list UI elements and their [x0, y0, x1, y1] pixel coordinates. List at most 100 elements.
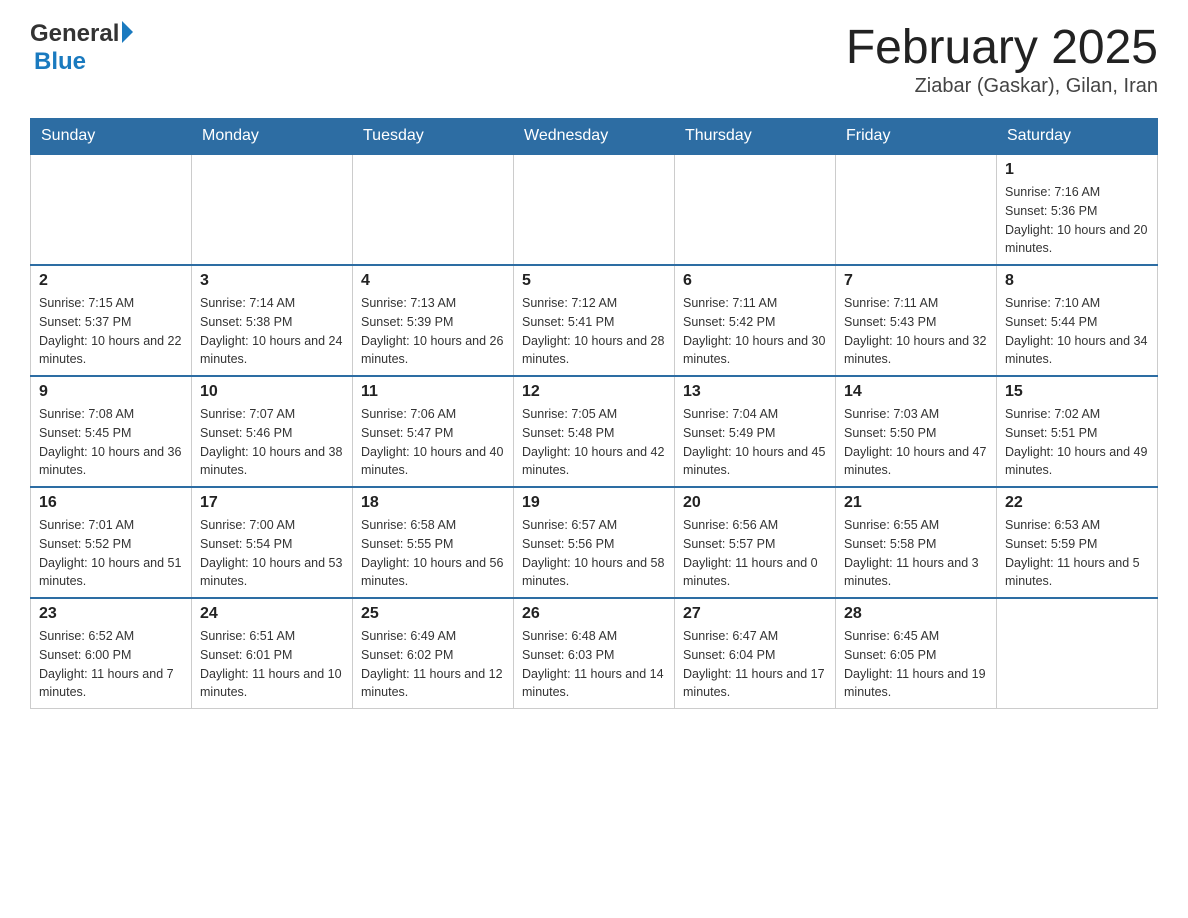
calendar-cell: 24 Sunrise: 6:51 AMSunset: 6:01 PMDayligh…: [192, 598, 353, 709]
logo: General Blue: [30, 20, 133, 76]
day-number: 14: [844, 383, 988, 401]
calendar-cell: 27 Sunrise: 6:47 AMSunset: 6:04 PMDayligh…: [675, 598, 836, 709]
calendar-header-sunday: Sunday: [31, 119, 192, 155]
calendar-week-row: 23 Sunrise: 6:52 AMSunset: 6:00 PMDayligh…: [31, 598, 1158, 709]
calendar-cell: 19 Sunrise: 6:57 AMSunset: 5:56 PMDayligh…: [514, 487, 675, 598]
calendar-cell: [514, 154, 675, 265]
calendar-cell: 8 Sunrise: 7:10 AMSunset: 5:44 PMDaylight…: [997, 265, 1158, 376]
day-number: 1: [1005, 161, 1149, 179]
day-number: 7: [844, 272, 988, 290]
day-info: Sunrise: 7:05 AMSunset: 5:48 PMDaylight:…: [522, 405, 666, 480]
day-info: Sunrise: 7:14 AMSunset: 5:38 PMDaylight:…: [200, 294, 344, 369]
calendar-cell: 9 Sunrise: 7:08 AMSunset: 5:45 PMDaylight…: [31, 376, 192, 487]
calendar-cell: 1 Sunrise: 7:16 AMSunset: 5:36 PMDaylight…: [997, 154, 1158, 265]
day-info: Sunrise: 7:08 AMSunset: 5:45 PMDaylight:…: [39, 405, 183, 480]
day-info: Sunrise: 6:57 AMSunset: 5:56 PMDaylight:…: [522, 516, 666, 591]
day-number: 3: [200, 272, 344, 290]
calendar-cell: [192, 154, 353, 265]
day-info: Sunrise: 6:47 AMSunset: 6:04 PMDaylight:…: [683, 627, 827, 702]
day-number: 5: [522, 272, 666, 290]
day-number: 22: [1005, 494, 1149, 512]
day-number: 17: [200, 494, 344, 512]
calendar-cell: 13 Sunrise: 7:04 AMSunset: 5:49 PMDayligh…: [675, 376, 836, 487]
day-number: 4: [361, 272, 505, 290]
day-number: 27: [683, 605, 827, 623]
day-info: Sunrise: 7:00 AMSunset: 5:54 PMDaylight:…: [200, 516, 344, 591]
day-info: Sunrise: 6:55 AMSunset: 5:58 PMDaylight:…: [844, 516, 988, 591]
logo-arrow-icon: [122, 21, 133, 43]
day-info: Sunrise: 7:12 AMSunset: 5:41 PMDaylight:…: [522, 294, 666, 369]
calendar-header-row: SundayMondayTuesdayWednesdayThursdayFrid…: [31, 119, 1158, 155]
day-info: Sunrise: 6:48 AMSunset: 6:03 PMDaylight:…: [522, 627, 666, 702]
location-title: Ziabar (Gaskar), Gilan, Iran: [846, 75, 1158, 98]
day-number: 21: [844, 494, 988, 512]
calendar-week-row: 2 Sunrise: 7:15 AMSunset: 5:37 PMDaylight…: [31, 265, 1158, 376]
calendar-cell: 11Sunrise: 7:06 AMSunset: 5:47 PMDayligh…: [353, 376, 514, 487]
calendar-cell: 23 Sunrise: 6:52 AMSunset: 6:00 PMDayligh…: [31, 598, 192, 709]
calendar-table: SundayMondayTuesdayWednesdayThursdayFrid…: [30, 118, 1158, 709]
calendar-cell: 4 Sunrise: 7:13 AMSunset: 5:39 PMDaylight…: [353, 265, 514, 376]
calendar-cell: 25Sunrise: 6:49 AMSunset: 6:02 PMDayligh…: [353, 598, 514, 709]
day-info: Sunrise: 7:02 AMSunset: 5:51 PMDaylight:…: [1005, 405, 1149, 480]
day-info: Sunrise: 6:49 AMSunset: 6:02 PMDaylight:…: [361, 627, 505, 702]
day-info: Sunrise: 7:11 AMSunset: 5:42 PMDaylight:…: [683, 294, 827, 369]
calendar-header-thursday: Thursday: [675, 119, 836, 155]
day-number: 24: [200, 605, 344, 623]
day-info: Sunrise: 6:45 AMSunset: 6:05 PMDaylight:…: [844, 627, 988, 702]
calendar-week-row: 1 Sunrise: 7:16 AMSunset: 5:36 PMDaylight…: [31, 154, 1158, 265]
logo-general-text: General: [30, 20, 119, 48]
calendar-cell: 14 Sunrise: 7:03 AMSunset: 5:50 PMDayligh…: [836, 376, 997, 487]
day-info: Sunrise: 7:01 AMSunset: 5:52 PMDaylight:…: [39, 516, 183, 591]
calendar-cell: 3 Sunrise: 7:14 AMSunset: 5:38 PMDaylight…: [192, 265, 353, 376]
calendar-header-saturday: Saturday: [997, 119, 1158, 155]
day-info: Sunrise: 7:04 AMSunset: 5:49 PMDaylight:…: [683, 405, 827, 480]
day-number: 19: [522, 494, 666, 512]
calendar-header-monday: Monday: [192, 119, 353, 155]
day-info: Sunrise: 6:58 AMSunset: 5:55 PMDaylight:…: [361, 516, 505, 591]
calendar-cell: 28 Sunrise: 6:45 AMSunset: 6:05 PMDayligh…: [836, 598, 997, 709]
calendar-cell: 15 Sunrise: 7:02 AMSunset: 5:51 PMDayligh…: [997, 376, 1158, 487]
day-number: 8: [1005, 272, 1149, 290]
day-info: Sunrise: 7:10 AMSunset: 5:44 PMDaylight:…: [1005, 294, 1149, 369]
day-number: 10: [200, 383, 344, 401]
day-number: 12: [522, 383, 666, 401]
calendar-week-row: 16Sunrise: 7:01 AMSunset: 5:52 PMDayligh…: [31, 487, 1158, 598]
calendar-cell: 21 Sunrise: 6:55 AMSunset: 5:58 PMDayligh…: [836, 487, 997, 598]
day-number: 15: [1005, 383, 1149, 401]
calendar-cell: [675, 154, 836, 265]
day-info: Sunrise: 6:52 AMSunset: 6:00 PMDaylight:…: [39, 627, 183, 702]
calendar-cell: 16Sunrise: 7:01 AMSunset: 5:52 PMDayligh…: [31, 487, 192, 598]
calendar-header-wednesday: Wednesday: [514, 119, 675, 155]
logo-blue-text: Blue: [34, 48, 86, 75]
day-info: Sunrise: 7:13 AMSunset: 5:39 PMDaylight:…: [361, 294, 505, 369]
day-number: 23: [39, 605, 183, 623]
day-number: 13: [683, 383, 827, 401]
title-section: February 2025 Ziabar (Gaskar), Gilan, Ir…: [846, 20, 1158, 98]
day-info: Sunrise: 6:51 AMSunset: 6:01 PMDaylight:…: [200, 627, 344, 702]
day-info: Sunrise: 7:16 AMSunset: 5:36 PMDaylight:…: [1005, 183, 1149, 258]
day-info: Sunrise: 7:03 AMSunset: 5:50 PMDaylight:…: [844, 405, 988, 480]
day-number: 6: [683, 272, 827, 290]
day-info: Sunrise: 7:07 AMSunset: 5:46 PMDaylight:…: [200, 405, 344, 480]
day-number: 11: [361, 383, 505, 401]
calendar-cell: [353, 154, 514, 265]
day-number: 28: [844, 605, 988, 623]
calendar-cell: 10 Sunrise: 7:07 AMSunset: 5:46 PMDayligh…: [192, 376, 353, 487]
calendar-cell: 5 Sunrise: 7:12 AMSunset: 5:41 PMDaylight…: [514, 265, 675, 376]
calendar-cell: [31, 154, 192, 265]
day-info: Sunrise: 7:15 AMSunset: 5:37 PMDaylight:…: [39, 294, 183, 369]
calendar-cell: 2 Sunrise: 7:15 AMSunset: 5:37 PMDaylight…: [31, 265, 192, 376]
calendar-cell: 20Sunrise: 6:56 AMSunset: 5:57 PMDayligh…: [675, 487, 836, 598]
day-info: Sunrise: 6:53 AMSunset: 5:59 PMDaylight:…: [1005, 516, 1149, 591]
calendar-cell: [997, 598, 1158, 709]
calendar-cell: 26 Sunrise: 6:48 AMSunset: 6:03 PMDayligh…: [514, 598, 675, 709]
calendar-cell: [836, 154, 997, 265]
day-number: 18: [361, 494, 505, 512]
calendar-cell: 7 Sunrise: 7:11 AMSunset: 5:43 PMDaylight…: [836, 265, 997, 376]
day-number: 9: [39, 383, 183, 401]
day-info: Sunrise: 7:11 AMSunset: 5:43 PMDaylight:…: [844, 294, 988, 369]
day-number: 26: [522, 605, 666, 623]
page-header: General Blue February 2025 Ziabar (Gaska…: [30, 20, 1158, 98]
calendar-header-tuesday: Tuesday: [353, 119, 514, 155]
day-number: 2: [39, 272, 183, 290]
